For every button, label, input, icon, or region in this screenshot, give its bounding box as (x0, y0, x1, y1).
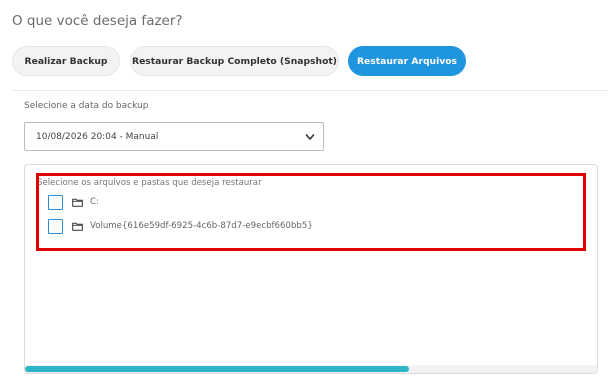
backup-date-label: Selecione a data do backup (24, 101, 149, 111)
backup-date-select[interactable]: 10/08/2026 20:04 - Manual (24, 122, 324, 151)
restaurar-arquivos-button[interactable]: Restaurar Arquivos (348, 46, 466, 76)
backup-date-value: 10/08/2026 20:04 - Manual (36, 131, 159, 142)
tree-item-checkbox[interactable] (48, 218, 63, 234)
page-title: O que você deseja fazer? (12, 13, 183, 29)
restaurar-snapshot-button[interactable]: Restaurar Backup Completo (Snapshot) (130, 46, 339, 76)
realizar-backup-button[interactable]: Realizar Backup (12, 46, 120, 76)
tree-item-label[interactable]: C: (90, 197, 99, 207)
tree-item-checkbox[interactable] (48, 194, 63, 210)
tree-item-label[interactable]: Volume{616e59df-6925-4c6b-87d7-e9ecbf660… (90, 221, 313, 231)
folder-icon (72, 198, 83, 207)
folder-icon (72, 222, 83, 231)
horizontal-scrollbar[interactable] (25, 365, 597, 373)
chevron-down-icon (305, 134, 315, 140)
tree-item-c-drive: C: (48, 194, 99, 210)
file-tree-title: Selecione os arquivos e pastas que desej… (37, 178, 262, 188)
file-tree-panel: Selecione os arquivos e pastas que desej… (24, 164, 598, 374)
tree-item-volume: Volume{616e59df-6925-4c6b-87d7-e9ecbf660… (48, 218, 313, 234)
section-divider (12, 90, 608, 91)
scrollbar-thumb[interactable] (25, 366, 409, 372)
